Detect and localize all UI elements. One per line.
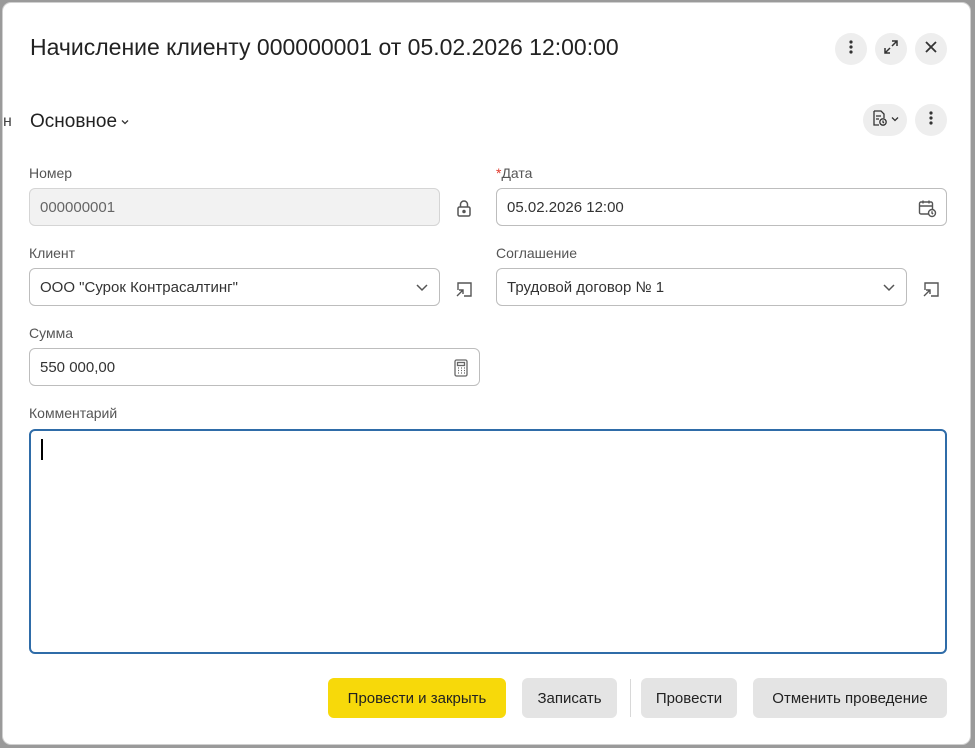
number-label: Номер: [29, 165, 73, 181]
client-value: ООО "Сурок Контрасалтинг": [40, 278, 238, 296]
chevron-down-icon: [120, 111, 130, 133]
chevron-down-icon[interactable]: [414, 279, 430, 299]
date-label: *Дата: [496, 165, 532, 181]
close-icon: [923, 39, 939, 60]
more-icon: [923, 110, 939, 131]
agreement-select[interactable]: Трудовой договор № 1: [496, 268, 907, 306]
section-more-button[interactable]: [915, 104, 947, 136]
expand-button[interactable]: [875, 33, 907, 65]
text-cursor: [41, 439, 43, 460]
post-button[interactable]: Провести: [641, 678, 737, 718]
button-separator: [630, 679, 631, 717]
client-label: Клиент: [29, 245, 76, 261]
client-select[interactable]: ООО "Сурок Контрасалтинг": [29, 268, 440, 306]
chevron-down-icon[interactable]: [881, 279, 897, 299]
section-title: Основное: [30, 111, 118, 132]
post-and-close-button[interactable]: Провести и закрыть: [328, 678, 506, 718]
sum-value: 550 000,00: [40, 358, 116, 376]
expand-icon: [883, 39, 899, 60]
sum-field[interactable]: 550 000,00: [29, 348, 480, 386]
lock-icon: [453, 197, 475, 219]
close-button[interactable]: [915, 33, 947, 65]
comment-label: Комментарий: [29, 405, 118, 421]
more-icon: [843, 39, 859, 60]
background-window-edge: н: [3, 113, 12, 130]
comment-textarea[interactable]: [29, 429, 947, 654]
calendar-icon[interactable]: [917, 198, 937, 222]
number-field[interactable]: 000000001: [29, 188, 440, 226]
more-actions-button[interactable]: [835, 33, 867, 65]
window-title: Начисление клиенту 000000001 от 05.02.20…: [30, 34, 619, 60]
date-field[interactable]: 05.02.2026 12:00: [496, 188, 947, 226]
document-dialog: н Начисление клиенту 000000001 от 05.02.…: [3, 3, 970, 744]
sum-label: Сумма: [29, 325, 73, 341]
document-clock-icon: [870, 109, 888, 132]
save-button[interactable]: Записать: [522, 678, 617, 718]
document-menu-button[interactable]: [863, 104, 907, 136]
calculator-icon[interactable]: [452, 358, 470, 382]
section-toggle[interactable]: Основное: [30, 111, 130, 133]
number-value: 000000001: [40, 198, 116, 216]
cancel-posting-button[interactable]: Отменить проведение: [753, 678, 947, 718]
date-value: 05.02.2026 12:00: [507, 198, 624, 216]
open-link-icon[interactable]: [453, 278, 475, 300]
agreement-label: Соглашение: [496, 245, 578, 261]
chevron-down-icon: [890, 111, 900, 129]
date-label-text: Дата: [501, 165, 533, 181]
open-link-icon[interactable]: [920, 278, 942, 300]
agreement-value: Трудовой договор № 1: [507, 278, 665, 296]
